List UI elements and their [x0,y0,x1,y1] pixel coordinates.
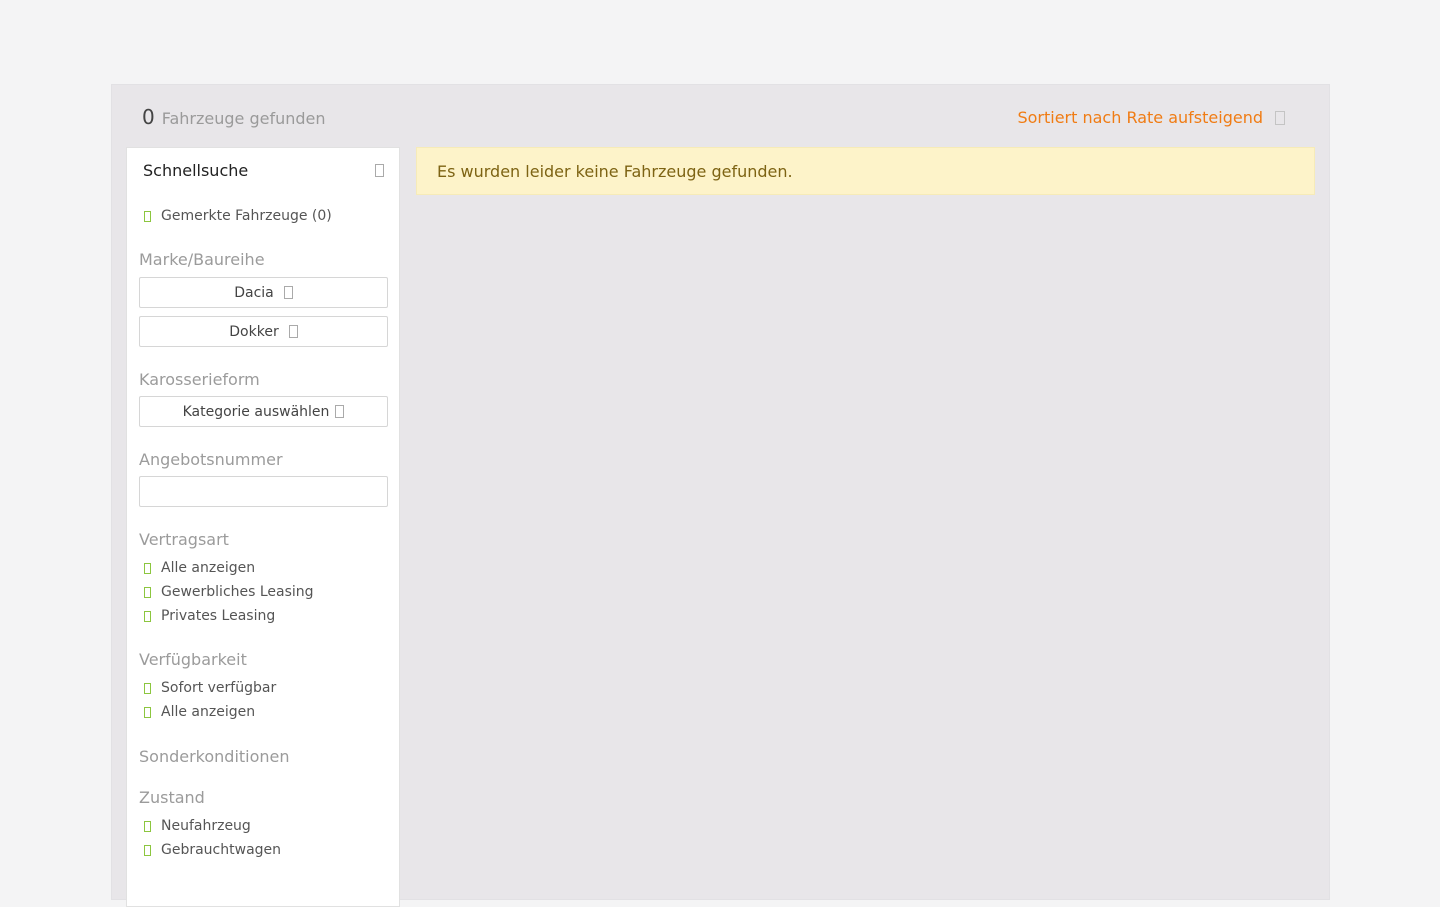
saved-vehicles-link[interactable]: Gemerkte Fahrzeuge (0) [127,204,399,228]
contract-option-label: Privates Leasing [161,608,276,624]
category-select-label: Kategorie auswählen [182,403,330,420]
saved-vehicles-label: Gemerkte Fahrzeuge (0) [161,208,332,224]
radio-icon [144,682,151,694]
contract-option-business[interactable]: Gewerbliches Leasing [127,580,399,604]
model-select-label: Dokker [229,323,279,340]
contract-type-title: Vertragsart [139,530,229,549]
chevron-down-icon [283,286,293,299]
brand-select[interactable]: Dacia [139,277,388,308]
collapse-toggle-icon[interactable] [375,163,384,177]
radio-icon [144,562,151,574]
condition-option-new[interactable]: Neufahrzeug [127,814,399,838]
checkbox-icon [144,820,151,832]
offer-number-title: Angebotsnummer [139,450,283,469]
model-select[interactable]: Dokker [139,316,388,347]
no-results-message: Es wurden leider keine Fahrzeuge gefunde… [437,161,793,181]
availability-title: Verfügbarkeit [139,650,247,669]
contract-option-private[interactable]: Privates Leasing [127,604,399,628]
radio-icon [144,610,151,622]
special-conditions-title[interactable]: Sonderkonditionen [127,747,399,766]
body-section-title: Karosserieform [139,370,260,389]
offer-number-input[interactable] [139,476,388,507]
contract-option-label: Gewerbliches Leasing [161,584,314,600]
results-container: 0 Fahrzeuge gefunden Sortiert nach Rate … [111,84,1330,907]
sort-dropdown[interactable]: Sortiert nach Rate aufsteigend [1017,108,1285,127]
bookmark-icon [144,210,151,222]
sort-chevron-icon [1275,110,1285,125]
condition-option-label: Gebrauchtwagen [161,842,282,858]
chevron-down-icon [288,325,298,338]
condition-option-used[interactable]: Gebrauchtwagen [127,838,399,862]
condition-option-label: Neufahrzeug [161,818,251,834]
contract-option-label: Alle anzeigen [161,560,256,576]
sort-label: Sortiert nach Rate aufsteigend [1017,108,1263,127]
availability-option-immediate[interactable]: Sofort verfügbar [127,676,399,700]
category-select[interactable]: Kategorie auswählen [139,396,388,427]
radio-icon [144,586,151,598]
availability-option-label: Alle anzeigen [161,704,256,720]
condition-title: Zustand [139,788,205,807]
quick-search-header[interactable]: Schnellsuche [127,148,399,192]
availability-option-all[interactable]: Alle anzeigen [127,700,399,724]
results-count-number: 0 [142,105,155,129]
brand-select-label: Dacia [234,284,274,301]
no-results-alert: Es wurden leider keine Fahrzeuge gefunde… [416,147,1315,195]
results-count-label: Fahrzeuge gefunden [161,109,326,128]
quick-search-sidebar: Schnellsuche Gemerkte Fahrzeuge (0) Mark… [126,147,400,907]
results-count: 0 Fahrzeuge gefunden [142,105,326,129]
radio-icon [144,706,151,718]
contract-option-all[interactable]: Alle anzeigen [127,556,399,580]
brand-section-title: Marke/Baureihe [139,250,265,269]
quick-search-title: Schnellsuche [143,160,249,180]
chevron-down-icon [335,405,345,418]
availability-option-label: Sofort verfügbar [161,680,277,696]
checkbox-icon [144,844,151,856]
